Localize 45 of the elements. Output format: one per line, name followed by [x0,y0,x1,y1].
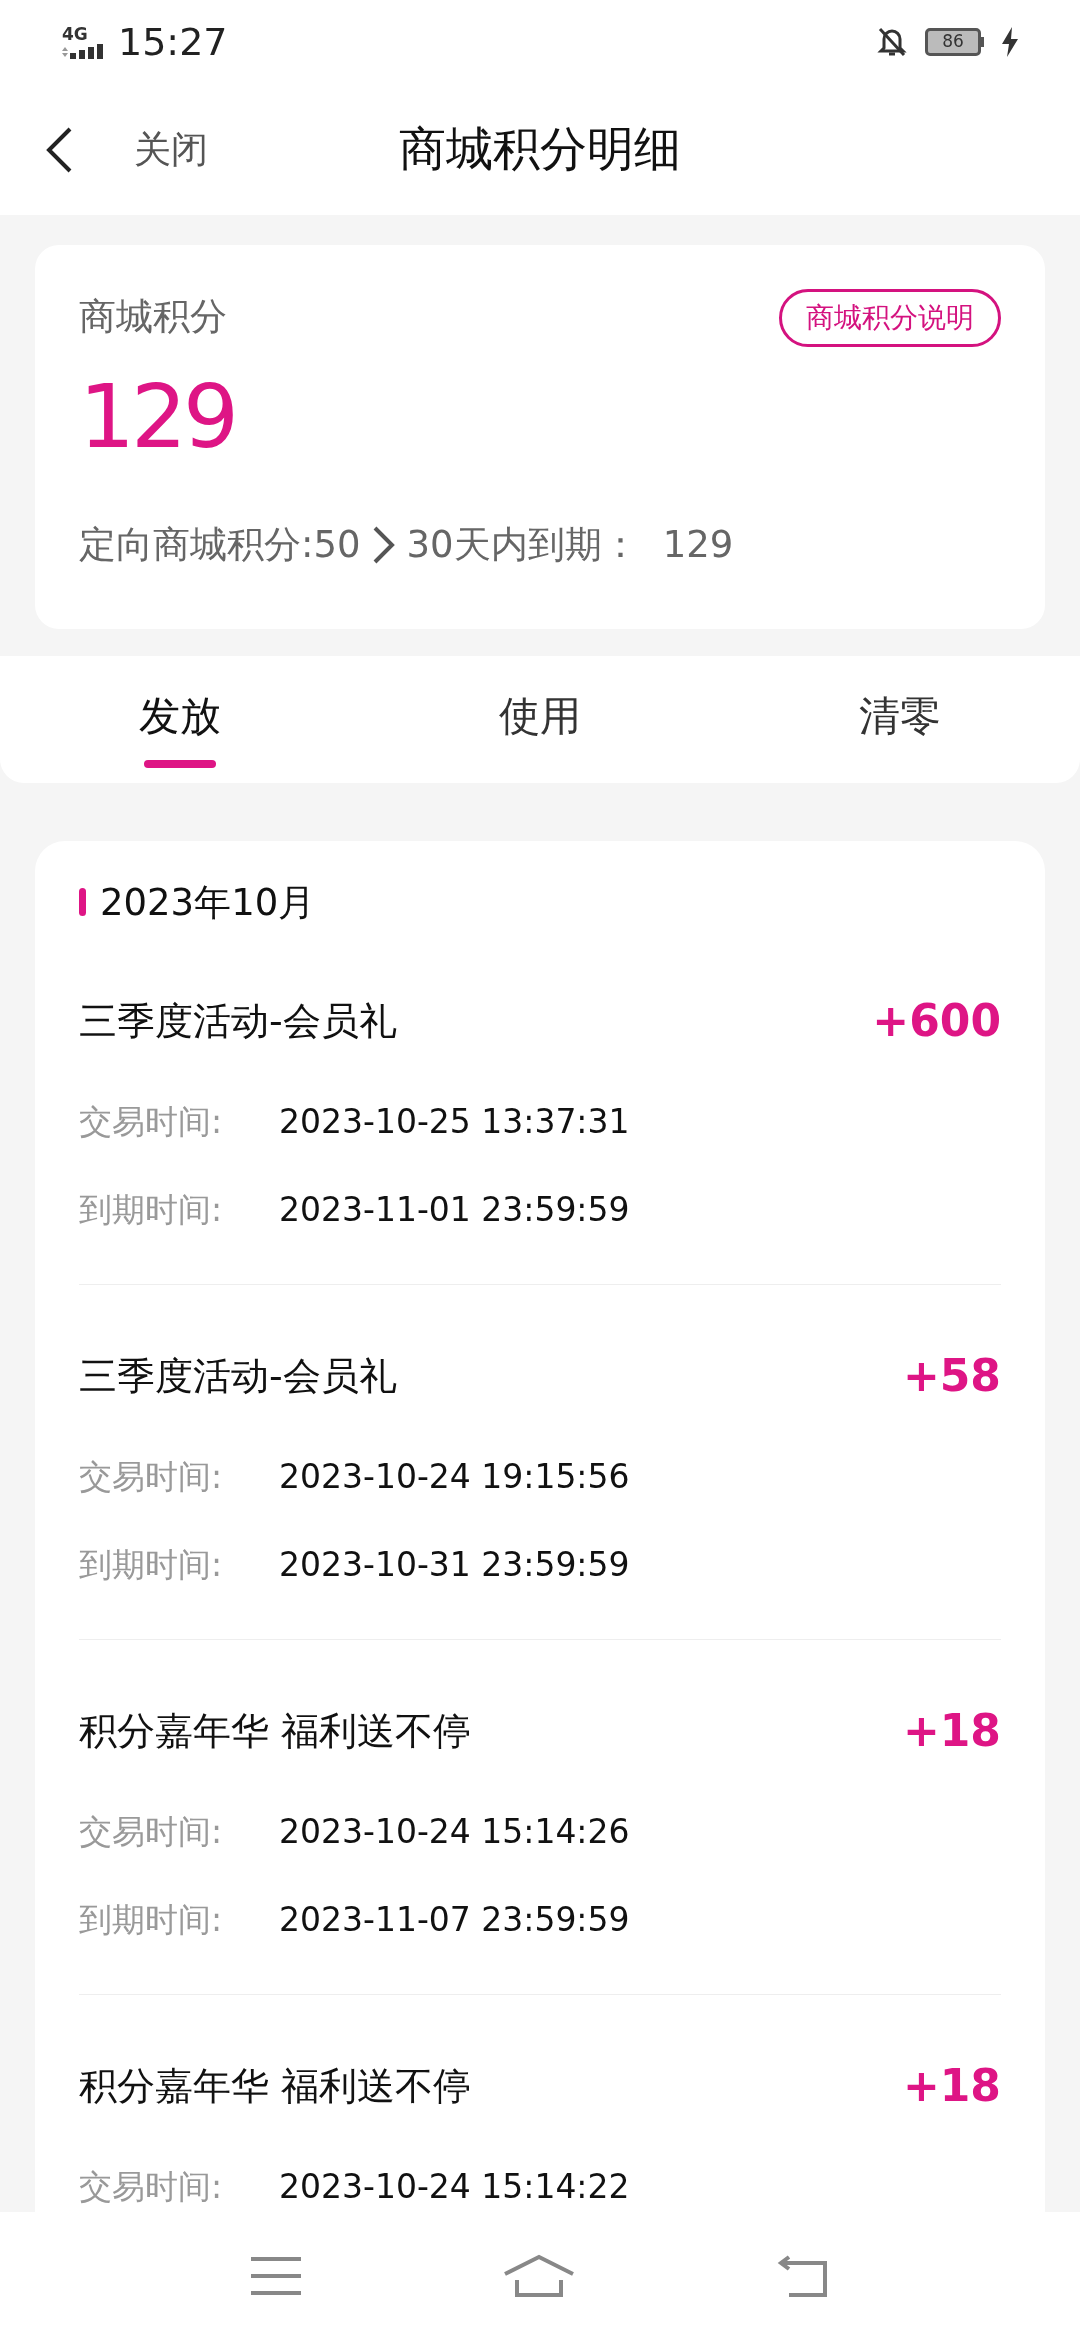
battery-level: 86 [942,30,964,54]
record-title: 积分嘉年华 福利送不停 [79,2062,472,2110]
expiry-time: 2023-10-31 23:59:59 [279,1544,630,1587]
trade-time-label: 交易时间: [79,2166,224,2209]
points-label: 商城积分 [79,294,227,340]
expiry-time-label: 到期时间: [79,1544,224,1587]
clock-time: 15:27 [118,18,228,66]
points-amount: +18 [902,1704,1001,1758]
trade-time: 2023-10-24 15:14:26 [279,1811,630,1854]
close-button[interactable]: 关闭 [134,121,208,178]
month-marker [79,888,86,917]
back-chevron-icon [46,126,72,173]
points-amount: +600 [872,994,1001,1048]
expiry-time: 2023-11-07 23:59:59 [279,1899,630,1942]
bell-muted-icon [877,26,907,58]
home-icon[interactable] [503,2254,575,2298]
trade-time: 2023-10-24 19:15:56 [279,1456,630,1499]
tab[interactable]: 清零 [720,655,1080,783]
directed-points: 定向商城积分:50 [79,522,361,568]
tab[interactable]: 发放 [0,655,360,783]
expiry-time-label: 到期时间: [79,1899,224,1942]
page-title: 商城积分明细 [399,120,681,179]
trade-time: 2023-10-25 13:37:31 [279,1101,630,1144]
expiring-points: 129 [662,522,734,568]
record-title: 三季度活动-会员礼 [79,997,397,1045]
month-heading: 2023年10月 [100,879,316,926]
trade-time-label: 交易时间: [79,1456,224,1499]
charging-bolt-icon [1002,27,1018,57]
network-label: 4G [62,25,88,43]
points-explanation-button[interactable]: 商城积分说明 [779,289,1001,347]
trade-time: 2023-10-24 15:14:22 [279,2166,630,2209]
record-title: 积分嘉年华 福利送不停 [79,1707,472,1755]
tab[interactable]: 使用 [360,655,720,783]
chevron-right-icon [372,525,395,564]
points-amount: +18 [902,2059,1001,2113]
expiring-label: 30天内到期： [406,522,639,568]
menu-icon[interactable] [251,2256,301,2296]
record-title: 三季度活动-会员礼 [79,1352,397,1400]
expiry-time: 2023-11-01 23:59:59 [279,1189,630,1232]
expiry-time-label: 到期时间: [79,1189,224,1232]
trade-time-label: 交易时间: [79,1811,224,1854]
points-total: 129 [79,373,235,461]
trade-time-label: 交易时间: [79,1101,224,1144]
points-amount: +58 [902,1349,1001,1403]
back-icon[interactable] [777,2255,829,2297]
